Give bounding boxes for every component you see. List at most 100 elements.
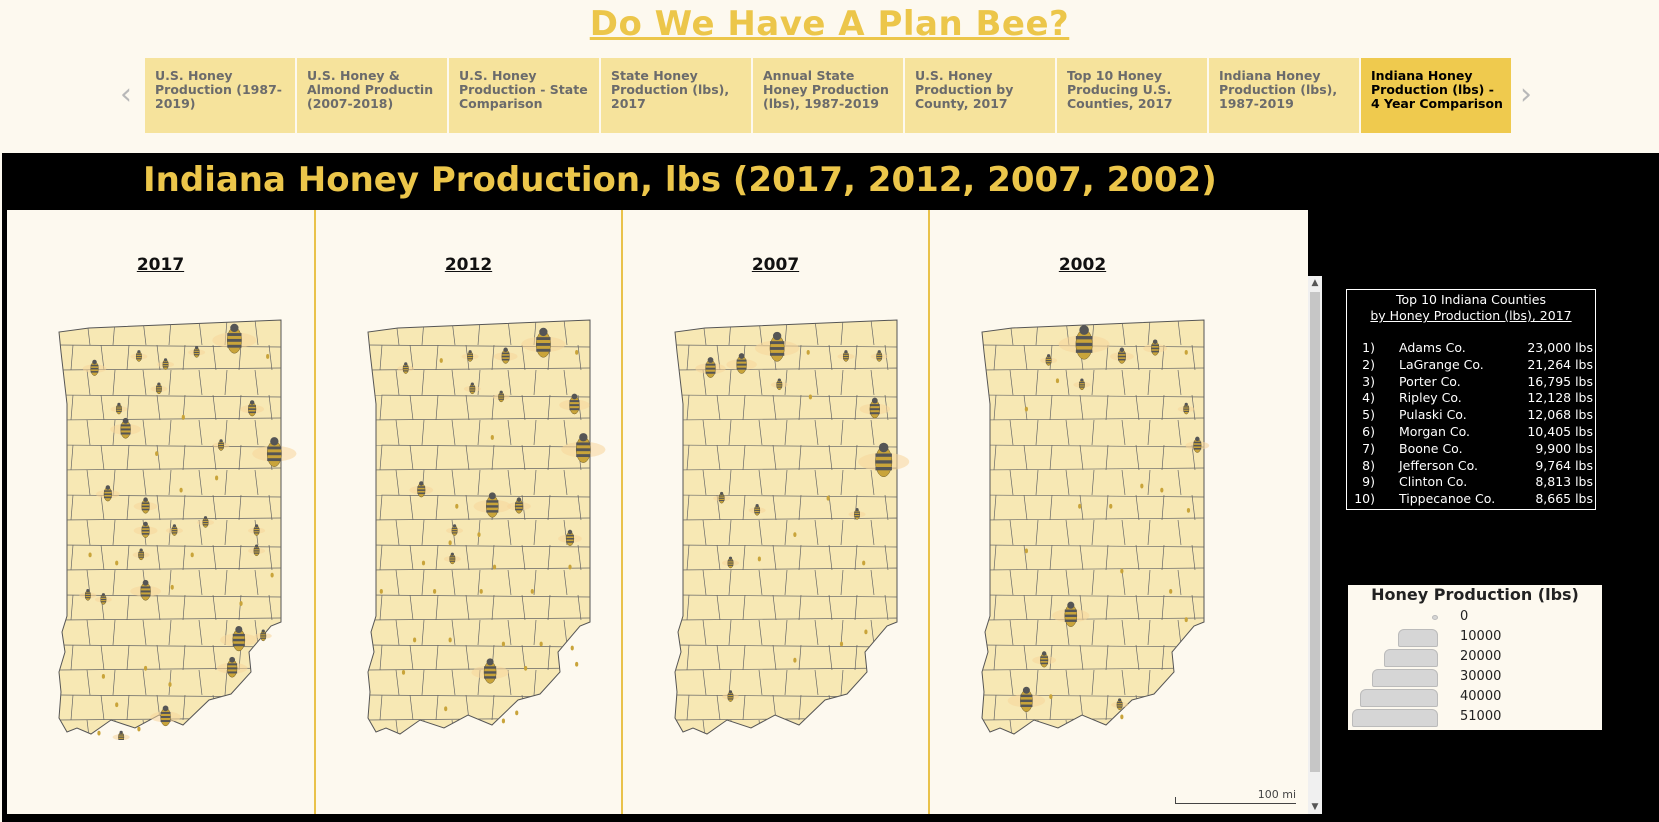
top10-row: 9) Clinton Co. 8,813 lbs (1347, 474, 1595, 491)
legend-item: 0 (1348, 607, 1602, 627)
lbs-value: 12,128 lbs (1527, 390, 1593, 406)
tab-1[interactable]: U.S. Honey Production (1987-2019) (145, 58, 295, 133)
tab-5[interactable]: Annual State Honey Production (lbs), 198… (753, 58, 903, 133)
bee-marker-icon (1184, 617, 1188, 623)
bee-marker-icon (101, 674, 105, 679)
rank: 5) (1362, 407, 1375, 423)
bee-marker-icon (455, 503, 459, 509)
legend-item: 10000 (1348, 627, 1602, 647)
indiana-county-map (674, 319, 910, 735)
bee-marker-icon (115, 560, 119, 566)
legend-value: 10000 (1460, 629, 1502, 644)
rank: 8) (1362, 457, 1375, 473)
legend-size-shape (1372, 669, 1438, 687)
lbs-value: 21,264 lbs (1527, 356, 1593, 372)
bee-marker-icon (239, 601, 243, 606)
top10-row: 10) Tippecanoe Co. 8,665 lbs (1347, 491, 1595, 508)
tab-7[interactable]: Top 10 Honey Producing U.S. Counties, 20… (1057, 58, 1207, 133)
prev-tab-arrow-icon[interactable]: ‹ (120, 80, 132, 110)
rank: 3) (1362, 373, 1375, 389)
top10-row: 4) Ripley Co. 12,128 lbs (1347, 390, 1595, 407)
lbs-value: 8,813 lbs (1535, 474, 1593, 490)
rank: 9) (1362, 474, 1375, 490)
map-panel-2007: 2007 (621, 210, 928, 814)
county-name: LaGrange Co. (1399, 356, 1484, 372)
bee-marker-icon (433, 588, 437, 594)
size-legend: Honey Production (lbs) 0 10000 20000 30000 4… (1348, 585, 1602, 730)
top10-row: 7) Boone Co. 9,900 lbs (1347, 441, 1595, 458)
map-year-label: 2012 (444, 255, 493, 275)
rank: 2) (1362, 356, 1375, 372)
page-title[interactable]: Do We Have A Plan Bee? (0, 4, 1659, 44)
bee-marker-icon (413, 637, 417, 643)
bee-marker-icon (1055, 378, 1060, 384)
bee-marker-icon (143, 665, 148, 671)
top10-row: 8) Jefferson Co. 9,764 lbs (1347, 458, 1595, 475)
map-panel-2017: 2017 (7, 210, 314, 814)
bee-marker-icon (1109, 503, 1113, 509)
bee-marker-icon (448, 637, 452, 643)
county-name: Tippecanoe Co. (1399, 491, 1496, 507)
maps-panel: 2017 2012 2007 2002 (7, 210, 1308, 814)
bee-marker-icon (401, 669, 406, 675)
bee-marker-icon (1184, 350, 1188, 355)
bee-marker-icon (181, 414, 185, 420)
bee-marker-icon (168, 682, 172, 687)
top10-row: 5) Pulaski Co. 12,068 lbs (1347, 407, 1595, 424)
bee-marker-icon (97, 730, 101, 736)
county-name: Boone Co. (1399, 440, 1463, 456)
tab-6[interactable]: U.S. Honey Production by County, 2017 (905, 58, 1055, 133)
scroll-up-icon[interactable]: ▲ (1308, 276, 1322, 290)
legend-item: 30000 (1348, 667, 1602, 687)
bee-marker-icon (444, 706, 448, 712)
lbs-value: 12,068 lbs (1527, 407, 1593, 423)
scroll-down-icon[interactable]: ▼ (1308, 800, 1322, 814)
bee-marker-icon (575, 661, 579, 667)
county-name: Ripley Co. (1399, 390, 1462, 406)
bee-marker-icon (839, 641, 844, 647)
top10-row: 1) Adams Co. 23,000 lbs (1347, 340, 1595, 357)
indiana-county-map (981, 319, 1210, 735)
legend-value: 40000 (1460, 689, 1502, 704)
bee-marker-icon (862, 560, 866, 566)
rank: 1) (1362, 340, 1375, 355)
bee-marker-icon (215, 475, 219, 481)
top10-title-line2: by Honey Production (lbs), 2017 (1370, 308, 1572, 323)
tab-9[interactable]: Indiana Honey Production (lbs) - 4 Year … (1361, 58, 1511, 133)
bee-marker-icon (530, 588, 534, 594)
rank: 10) (1354, 491, 1375, 507)
tab-2[interactable]: U.S. Honey & Almond Productin (2007-2018… (297, 58, 447, 133)
bee-marker-icon (806, 350, 810, 355)
indiana-county-map (58, 319, 297, 740)
bee-marker-icon (170, 584, 174, 590)
bee-marker-icon (1024, 406, 1028, 412)
bee-marker-icon (421, 560, 426, 566)
map-panel-2002: 2002 (928, 210, 1235, 814)
tab-8[interactable]: Indiana Honey Production (lbs), 1987-201… (1209, 58, 1359, 133)
vertical-scrollbar[interactable]: ▲ ▼ (1308, 276, 1322, 814)
rank: 4) (1362, 390, 1375, 406)
top10-counties-table: Top 10 Indiana Counties by Honey Product… (1346, 289, 1596, 510)
legend-item: 20000 (1348, 647, 1602, 667)
bee-marker-icon (379, 588, 383, 594)
county-name: Clinton Co. (1399, 474, 1468, 490)
county-name: Morgan Co. (1399, 423, 1470, 439)
bee-marker-icon (808, 394, 813, 400)
legend-value: 30000 (1460, 669, 1502, 684)
scroll-thumb[interactable] (1310, 292, 1320, 772)
map-year-label: 2002 (1058, 255, 1107, 275)
bee-marker-icon (155, 451, 159, 457)
top10-title-line1: Top 10 Indiana Counties (1396, 292, 1546, 307)
next-tab-arrow-icon[interactable]: › (1520, 80, 1532, 110)
rank: 6) (1362, 423, 1375, 439)
bee-marker-icon (1140, 483, 1144, 489)
bee-marker-icon (793, 657, 797, 663)
bee-marker-icon (1024, 548, 1028, 554)
county-name: Pulaski Co. (1399, 407, 1467, 423)
tab-4[interactable]: State Honey Production (lbs), 2017 (601, 58, 751, 133)
lbs-value: 9,900 lbs (1535, 440, 1593, 456)
tab-3[interactable]: U.S. Honey Production - State Comparison (449, 58, 599, 133)
legend-size-shape (1360, 689, 1438, 707)
legend-value: 51000 (1460, 709, 1502, 724)
bee-marker-icon (112, 730, 130, 740)
